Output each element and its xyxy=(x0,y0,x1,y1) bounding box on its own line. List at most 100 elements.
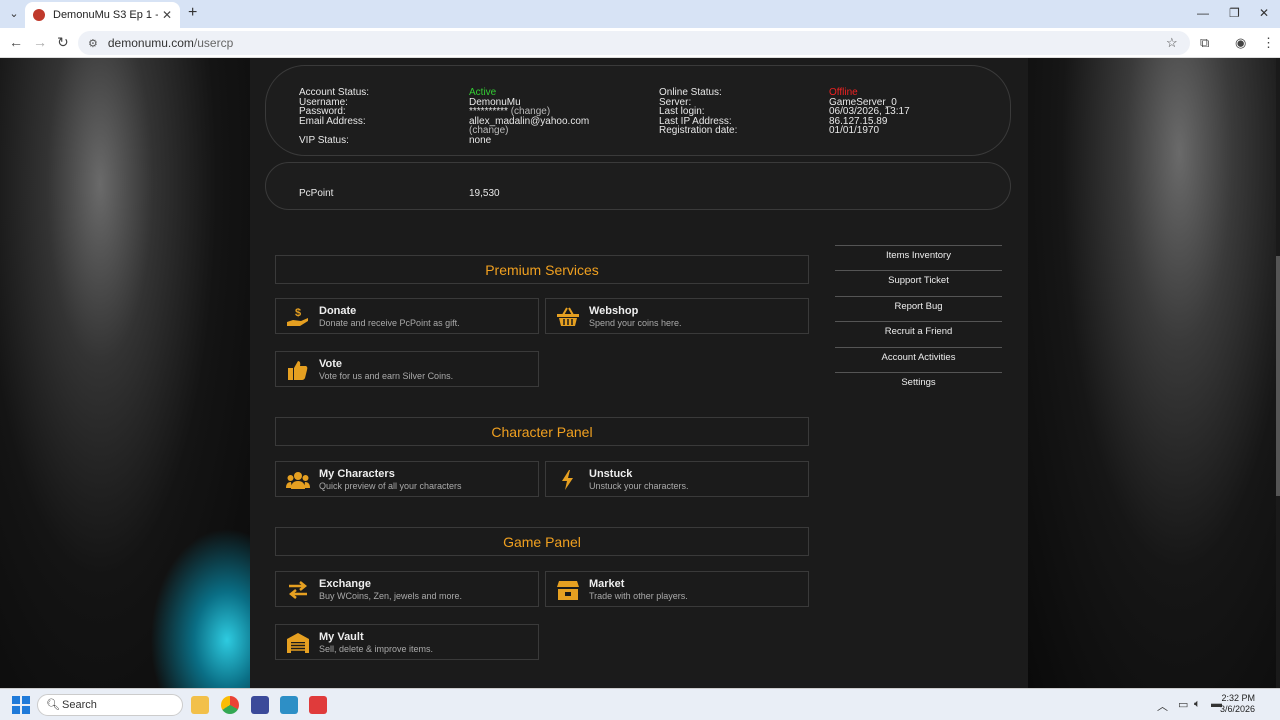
vote-card[interactable]: Vote Vote for us and earn Silver Coins. xyxy=(275,351,539,387)
start-button-icon[interactable] xyxy=(12,696,30,714)
account-values-left: Active DemonuMu ********** (change) alle… xyxy=(469,88,589,145)
webshop-desc: Spend your coins here. xyxy=(589,318,682,328)
store-icon xyxy=(556,579,580,601)
market-title: Market xyxy=(589,578,625,590)
svg-text:$: $ xyxy=(295,307,301,319)
site-favicon-icon xyxy=(33,9,45,21)
exchange-desc: Buy WCoins, Zen, jewels and more. xyxy=(319,591,463,601)
registration-date-label: Registration date: xyxy=(659,125,738,136)
close-tab-icon[interactable]: ✕ xyxy=(162,8,172,22)
clock-time: 2:32 PM xyxy=(1221,693,1255,703)
vip-status-label: VIP Status: xyxy=(299,134,349,146)
menu-item-support-ticket[interactable]: Support Ticket xyxy=(835,270,1002,295)
volume-icon[interactable]: 🔈︎ xyxy=(1194,698,1201,711)
vip-status-value: none xyxy=(469,134,492,146)
menu-item-settings[interactable]: Settings xyxy=(835,371,1002,397)
donate-desc: Donate and receive PcPoint as gift. xyxy=(319,318,460,328)
background-right xyxy=(1028,58,1280,688)
market-desc: Trade with other players. xyxy=(589,591,688,601)
taskbar-search-field[interactable]: 🔍︎ Search xyxy=(37,694,183,716)
premium-services-title: Premium Services xyxy=(275,255,809,284)
taskbar-search-placeholder: Search xyxy=(62,699,97,711)
donate-card[interactable]: $ Donate Donate and receive PcPoint as g… xyxy=(275,298,539,334)
my-characters-title: My Characters xyxy=(319,468,395,480)
maximize-icon[interactable]: ❐ xyxy=(1229,6,1240,20)
menu-item-recruit-a-friend[interactable]: Recruit a Friend xyxy=(835,321,1002,346)
pcpoint-label: PcPoint xyxy=(299,188,334,199)
exchange-title: Exchange xyxy=(319,578,371,590)
search-icon: 🔍︎ xyxy=(46,699,60,711)
market-card[interactable]: Market Trade with other players. xyxy=(545,571,809,607)
back-icon[interactable]: ← xyxy=(9,34,23,50)
forward-icon[interactable]: → xyxy=(33,34,47,50)
background-left xyxy=(0,58,260,688)
url-path: /usercp xyxy=(193,36,234,50)
exchange-card[interactable]: Exchange Buy WCoins, Zen, jewels and mor… xyxy=(275,571,539,607)
page-scrollbar[interactable] xyxy=(1276,58,1280,688)
scrollbar-thumb[interactable] xyxy=(1276,256,1280,496)
unstuck-title: Unstuck xyxy=(589,468,633,480)
usercp-side-menu: Items Inventory Support Ticket Report Bu… xyxy=(835,245,1002,397)
extensions-icon[interactable]: ⧉ xyxy=(1200,35,1209,51)
warehouse-icon xyxy=(286,632,310,654)
file-explorer-icon[interactable] xyxy=(191,696,209,714)
bolt-icon xyxy=(556,469,580,491)
tab-search-chevron-icon[interactable]: ⌄ xyxy=(6,6,22,22)
basket-icon xyxy=(556,306,580,328)
bookmark-star-icon[interactable]: ☆ xyxy=(1166,35,1178,51)
site-info-icon[interactable]: ⚙ xyxy=(88,37,98,50)
page-viewport: Account Status: Username: Password: Emai… xyxy=(0,58,1280,688)
network-icon[interactable]: ▭ xyxy=(1178,698,1188,711)
url-host: demonumu.com xyxy=(107,36,194,50)
browser-tab-bar: ⌄ DemonuMu S3 Ep 1 - Control P ✕ + — ❐ ✕ xyxy=(0,0,1280,28)
webshop-card[interactable]: Webshop Spend your coins here. xyxy=(545,298,809,334)
unstuck-card[interactable]: Unstuck Unstuck your characters. xyxy=(545,461,809,497)
address-bar-row: ← → ↻ ⚙ demonumu.com/usercp ☆ ⧉ ◉ ⋮ xyxy=(0,28,1280,58)
game-panel-title: Game Panel xyxy=(275,527,809,556)
exchange-arrows-icon xyxy=(286,579,310,601)
app-icon[interactable] xyxy=(251,696,269,714)
windows-taskbar: 🔍︎ Search ︿ ▭ 🔈︎ ▬ 2:32 PM 3/6/2026 xyxy=(0,688,1280,720)
menu-item-report-bug[interactable]: Report Bug xyxy=(835,295,1002,321)
menu-item-items-inventory[interactable]: Items Inventory xyxy=(835,245,1002,270)
my-vault-card[interactable]: My Vault Sell, delete & improve items. xyxy=(275,624,539,660)
taskbar-clock[interactable]: 2:32 PM 3/6/2026 xyxy=(1220,693,1255,715)
account-values-right: Offline GameServer_0 06/03/2026, 13:17 8… xyxy=(829,88,910,136)
vote-desc: Vote for us and earn Silver Coins. xyxy=(319,371,454,381)
anydesk-icon[interactable] xyxy=(309,696,327,714)
my-vault-title: My Vault xyxy=(319,631,364,643)
donate-hand-icon: $ xyxy=(286,306,310,328)
browser-menu-icon[interactable]: ⋮ xyxy=(1262,35,1275,51)
url-field[interactable]: ⚙ demonumu.com/usercp xyxy=(78,31,1190,55)
tray-chevron-icon[interactable]: ︿ xyxy=(1157,698,1168,714)
browser-tab[interactable]: DemonuMu S3 Ep 1 - Control P ✕ xyxy=(25,2,180,28)
minimize-icon[interactable]: — xyxy=(1197,6,1209,20)
users-icon xyxy=(286,469,310,491)
chrome-icon[interactable] xyxy=(221,696,239,714)
pcpoint-value: 19,530 xyxy=(469,188,500,199)
notepad-icon[interactable] xyxy=(280,696,298,714)
new-tab-icon[interactable]: + xyxy=(188,4,197,22)
my-characters-desc: Quick preview of all your characters xyxy=(319,481,462,491)
vote-title: Vote xyxy=(319,358,343,370)
email-label: Email Address: xyxy=(299,115,366,127)
menu-item-account-activities[interactable]: Account Activities xyxy=(835,346,1002,372)
my-vault-desc: Sell, delete & improve items. xyxy=(319,644,434,654)
background-glow xyxy=(150,528,260,688)
account-info-box: Account Status: Username: Password: Emai… xyxy=(265,65,1011,156)
account-labels-left: Account Status: Username: Password: Emai… xyxy=(299,88,369,145)
tab-title: DemonuMu S3 Ep 1 - Control P xyxy=(53,9,158,21)
reload-icon[interactable]: ↻ xyxy=(57,34,69,51)
main-content: Account Status: Username: Password: Emai… xyxy=(250,58,1028,688)
close-window-icon[interactable]: ✕ xyxy=(1259,6,1269,20)
my-characters-card[interactable]: My Characters Quick preview of all your … xyxy=(275,461,539,497)
registration-date-value: 01/01/1970 xyxy=(829,125,880,136)
webshop-title: Webshop xyxy=(589,305,639,317)
pcpoint-box: PcPoint 19,530 xyxy=(265,162,1011,210)
account-labels-right: Online Status: Server: Last login: Last … xyxy=(659,88,737,136)
character-panel-title: Character Panel xyxy=(275,417,809,446)
clock-date: 3/6/2026 xyxy=(1219,704,1255,714)
profile-icon[interactable]: ◉ xyxy=(1235,35,1246,51)
thumbs-up-icon xyxy=(286,359,310,381)
unstuck-desc: Unstuck your characters. xyxy=(589,481,689,491)
